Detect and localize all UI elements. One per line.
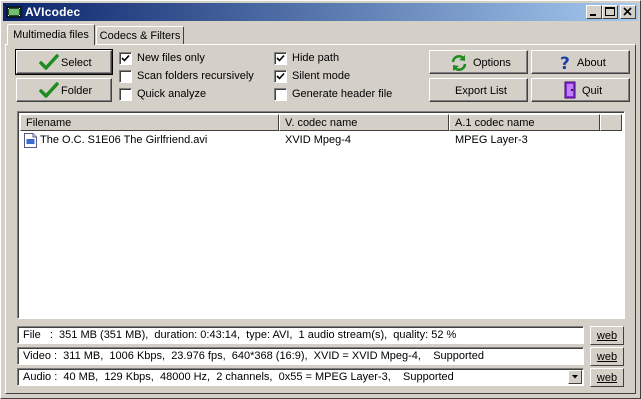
options-button[interactable]: Options	[429, 50, 528, 74]
video-info-field: Video : 311 MB, 1006 Kbps, 23.976 fps, 6…	[17, 347, 584, 365]
file-list[interactable]: Filename V. codec name A.1 codec name Th…	[17, 111, 625, 319]
audio-web-button[interactable]: web	[590, 368, 624, 387]
chevron-down-icon	[572, 375, 578, 379]
refresh-arrows-icon	[450, 54, 468, 75]
export-list-button-label: Export List	[455, 85, 507, 97]
window-title: AVIcodec	[25, 5, 81, 19]
app-window: AVIcodec Multimedia files Codecs & Filte…	[0, 0, 641, 399]
about-button[interactable]: ? About	[531, 50, 630, 74]
minimize-icon	[590, 14, 596, 16]
cell-filename: The O.C. S1E06 The Girlfriend.avi	[40, 134, 208, 146]
svg-text:?: ?	[560, 54, 570, 71]
checkmark-icon	[121, 54, 130, 62]
exit-door-icon	[562, 81, 578, 102]
checkbox-box	[274, 52, 287, 65]
checkbox-label: Generate header file	[292, 88, 393, 100]
close-button[interactable]	[620, 5, 636, 19]
maximize-button[interactable]	[602, 5, 618, 19]
checkbox-label: Quick analyze	[137, 88, 207, 100]
checkbox-box	[119, 52, 132, 65]
checkbox-box	[119, 88, 132, 101]
folder-button[interactable]: Folder	[16, 78, 112, 102]
options-button-label: Options	[473, 57, 511, 69]
about-button-label: About	[577, 57, 606, 69]
file-info-field: File : 351 MB (351 MB), duration: 0:43:1…	[17, 326, 584, 344]
cell-vcodec: XVID Mpeg-4	[285, 134, 352, 146]
select-button[interactable]: Select	[15, 49, 113, 75]
green-check-icon	[39, 54, 59, 75]
maximize-icon	[605, 7, 615, 16]
folder-button-label: Folder	[61, 85, 93, 97]
column-header-vcodec[interactable]: V. codec name	[279, 114, 449, 131]
checkbox-label: Silent mode	[292, 70, 351, 82]
checkbox-label: Scan folders recursively	[137, 70, 254, 82]
export-list-button[interactable]: Export List	[429, 78, 528, 102]
file-web-button[interactable]: web	[590, 326, 624, 345]
dropdown-button[interactable]	[568, 370, 582, 384]
close-icon	[623, 7, 632, 16]
checkbox-label: New files only	[137, 52, 205, 64]
table-row[interactable]: The O.C. S1E06 The Girlfriend.avi XVID M…	[20, 133, 620, 149]
green-check-icon	[39, 82, 59, 103]
minimize-button[interactable]	[586, 5, 602, 19]
tab-codecs-filters[interactable]: Codecs & Filters	[96, 26, 184, 44]
column-header-filler	[600, 114, 622, 131]
checkbox-box	[274, 88, 287, 101]
checkbox-box	[274, 70, 287, 83]
tab-label: Multimedia files	[13, 29, 89, 41]
question-mark-icon: ?	[558, 53, 574, 74]
column-header-filename[interactable]: Filename	[20, 114, 279, 131]
video-file-icon	[24, 133, 37, 151]
film-icon	[6, 4, 22, 20]
cell-acodec: MPEG Layer-3	[455, 134, 528, 146]
checkmark-icon	[276, 54, 285, 62]
quit-button-label: Quit	[582, 85, 603, 97]
checkbox-label: Hide path	[292, 52, 340, 64]
tab-multimedia-files[interactable]: Multimedia files	[7, 24, 95, 45]
audio-info-combo[interactable]: Audio : 40 MB, 129 Kbps, 48000 Hz, 2 cha…	[17, 368, 584, 386]
checkmark-icon	[276, 72, 285, 80]
quit-button[interactable]: Quit	[531, 78, 630, 102]
select-button-label: Select	[61, 57, 92, 69]
checkbox-box	[119, 70, 132, 83]
column-header-acodec[interactable]: A.1 codec name	[449, 114, 600, 131]
title-bar[interactable]: AVIcodec	[3, 3, 638, 21]
tab-label: Codecs & Filters	[99, 30, 181, 42]
video-web-button[interactable]: web	[590, 347, 624, 366]
